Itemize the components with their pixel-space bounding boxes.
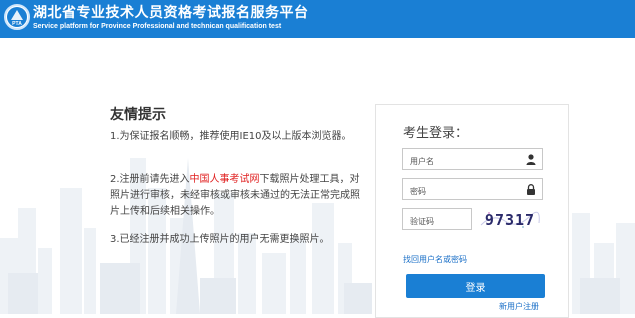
register-link[interactable]: 新用户注册 xyxy=(499,301,539,312)
notice-title: 友情提示 xyxy=(110,107,166,123)
login-button[interactable]: 登录 xyxy=(406,274,545,298)
username-field[interactable] xyxy=(402,148,543,172)
password-field[interactable] xyxy=(402,178,543,202)
notice-item-3: 3.已经注册并成功上传照片的用户无需更换照片。 xyxy=(110,234,330,245)
captcha-code: 97317 xyxy=(485,211,535,229)
logo-icon: PTA xyxy=(7,7,27,27)
captcha-image[interactable]: 97317 xyxy=(479,207,541,231)
notice-item-2-text: 2.注册前请先进入 xyxy=(110,174,190,185)
site-title: 湖北省专业技术人员资格考试报名服务平台 xyxy=(33,5,309,21)
captcha-input[interactable] xyxy=(403,211,466,232)
captcha-field[interactable] xyxy=(402,208,472,232)
notice-item-1: 1.为保证报名顺畅，推荐使用IE10及以上版本浏览器。 xyxy=(110,131,352,142)
password-input[interactable] xyxy=(403,181,522,202)
site-subtitle: Service platform for Province Profession… xyxy=(33,23,282,30)
login-title: 考生登录： xyxy=(403,126,469,141)
notice-item-2: 2.注册前请先进入中国人事考试网下载照片处理工具，对照片进行审核，未经审核或审核… xyxy=(110,172,366,220)
pta-logo: PTA xyxy=(4,4,30,30)
lock-icon xyxy=(527,184,535,195)
username-input[interactable] xyxy=(403,151,522,172)
logo-text: PTA xyxy=(12,21,22,27)
header-bar: PTA 湖北省专业技术人员资格考试报名服务平台 Service platform… xyxy=(0,0,635,38)
forgot-credentials-link[interactable]: 找回用户名或密码 xyxy=(403,254,467,265)
user-icon xyxy=(526,154,536,165)
cpta-link[interactable]: 中国人事考试网 xyxy=(190,174,260,185)
